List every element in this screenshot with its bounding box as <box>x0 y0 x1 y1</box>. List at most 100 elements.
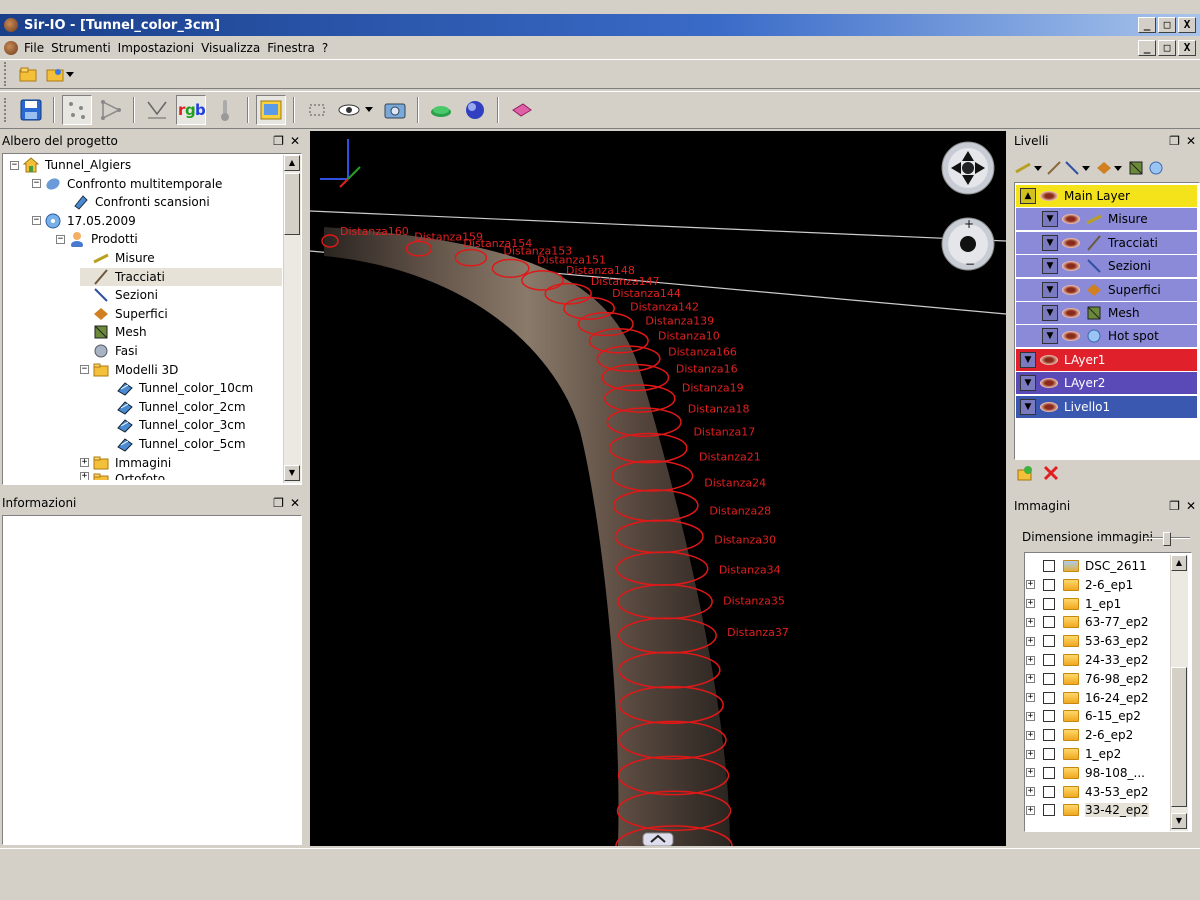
image-list-item[interactable]: +6-15_ep2 <box>1026 707 1141 725</box>
tree-item[interactable]: − Tunnel_Algiers <box>10 156 131 174</box>
layer-row[interactable]: ▼ Misure <box>1016 208 1197 231</box>
doc-minimize-button[interactable]: _ <box>1138 39 1156 56</box>
sphere-icon[interactable] <box>460 95 490 125</box>
expand-icon[interactable]: + <box>1026 749 1035 759</box>
float-icon-2[interactable]: ❐ <box>273 496 284 510</box>
scroll-up-icon[interactable]: ▲ <box>284 155 300 171</box>
scroll-down-icon[interactable]: ▼ <box>284 465 300 481</box>
thermometer-icon[interactable] <box>210 95 240 125</box>
visibility-eye-icon[interactable] <box>1062 308 1080 318</box>
float-icon-3[interactable]: ❐ <box>1169 134 1180 148</box>
scroll-thumb[interactable] <box>284 173 300 235</box>
layer-row[interactable]: ▼ LAyer2 <box>1016 372 1197 395</box>
line-tool-icon[interactable] <box>1046 160 1062 176</box>
tree-item[interactable]: Mesh <box>80 323 147 341</box>
visibility-eye-icon[interactable] <box>1062 237 1080 248</box>
layer-toggle-icon[interactable]: ▼ <box>1042 281 1058 298</box>
layer-row[interactable]: ▼ Mesh <box>1016 302 1197 324</box>
image-checkbox[interactable] <box>1043 635 1055 648</box>
3d-viewport[interactable]: Distanza160 Distanza159 Distanza154 Distanz… <box>310 131 1006 846</box>
layer-row[interactable]: ▲ Main Layer <box>1016 185 1197 207</box>
image-list-item[interactable]: +43-53_ep2 <box>1026 783 1149 801</box>
image-overlay-icon[interactable] <box>256 95 286 125</box>
camera-icon[interactable] <box>380 95 410 125</box>
menu-impostazioni[interactable]: Impostazioni <box>118 41 201 55</box>
measure-tool-icon[interactable] <box>1014 160 1044 176</box>
image-list-item[interactable]: +1_ep2 <box>1026 745 1121 763</box>
expand-icon[interactable]: + <box>1026 768 1035 778</box>
tree-item[interactable]: Confronti scansioni <box>60 193 210 211</box>
image-list-item[interactable]: +76-98_ep2 <box>1026 670 1149 688</box>
image-list-item[interactable]: +24-33_ep2 <box>1026 651 1149 669</box>
layer-row[interactable]: ▼ Sezioni <box>1016 255 1197 278</box>
collapse-icon[interactable]: − <box>56 234 65 244</box>
layer-toggle-icon[interactable]: ▼ <box>1042 258 1058 275</box>
tree-item[interactable]: − Modelli 3D <box>80 361 178 379</box>
doc-close-button[interactable]: X <box>1178 39 1196 56</box>
tree-item[interactable]: Sezioni <box>80 286 158 304</box>
image-list-item[interactable]: +16-24_ep2 <box>1026 689 1149 707</box>
image-checkbox[interactable] <box>1043 691 1055 704</box>
toolbar-grip-2[interactable] <box>4 98 8 122</box>
image-checkbox[interactable] <box>1043 654 1055 666</box>
image-list-item[interactable]: +2-6_ep2 <box>1026 726 1133 744</box>
doc-restore-button[interactable]: □ <box>1158 39 1176 56</box>
visibility-eye-icon[interactable] <box>1062 214 1080 225</box>
image-list-item[interactable]: +DSC_2611 <box>1026 557 1147 575</box>
viewport-canvas[interactable]: Distanza160 Distanza159Distanza154Distanz… <box>310 131 1006 846</box>
maximize-button[interactable]: □ <box>1158 17 1176 33</box>
tree-item[interactable]: Tunnel_color_3cm <box>104 416 246 434</box>
expand-icon[interactable]: + <box>1026 730 1035 740</box>
expand-icon[interactable]: + <box>1026 787 1035 797</box>
layer-toggle-icon[interactable]: ▼ <box>1042 211 1058 228</box>
close-panel-icon-2[interactable]: ✕ <box>290 496 300 510</box>
new-project-icon[interactable] <box>16 59 40 89</box>
layer-toggle-icon[interactable]: ▼ <box>1042 234 1058 251</box>
layer-toggle-icon[interactable]: ▼ <box>1020 398 1036 415</box>
image-checkbox[interactable] <box>1043 785 1055 798</box>
points-icon[interactable] <box>62 95 92 125</box>
expand-icon[interactable]: + <box>1026 580 1035 590</box>
scroll-up-icon-2[interactable]: ▲ <box>1171 555 1187 571</box>
tree-item[interactable]: Superfici <box>80 305 168 323</box>
float-icon[interactable]: ❐ <box>273 134 284 148</box>
image-list-item[interactable]: +1_ep1 <box>1026 595 1121 613</box>
collapse-icon[interactable]: − <box>10 160 19 170</box>
hotspot-tool-icon[interactable] <box>1148 160 1164 176</box>
image-checkbox[interactable] <box>1043 616 1055 629</box>
intensity-icon[interactable] <box>142 95 172 125</box>
image-checkbox[interactable] <box>1043 578 1055 591</box>
scroll-thumb-2[interactable] <box>1171 667 1187 807</box>
image-checkbox[interactable] <box>1043 560 1055 572</box>
visibility-eye-icon[interactable] <box>1062 331 1080 342</box>
layer-row[interactable]: ▼ Livello1 <box>1016 395 1197 418</box>
expand-icon[interactable]: + <box>1026 599 1035 609</box>
expand-icon[interactable]: + <box>1026 674 1035 684</box>
document-icon[interactable] <box>4 40 18 55</box>
mesh-tool-icon[interactable] <box>1128 160 1146 176</box>
visibility-eye-icon[interactable] <box>1062 261 1080 272</box>
close-panel-icon[interactable]: ✕ <box>290 134 300 148</box>
tree-item[interactable]: + Ortofoto <box>80 472 165 481</box>
image-checkbox[interactable] <box>1043 672 1055 685</box>
section-tool-icon[interactable] <box>1064 160 1094 176</box>
expand-icon[interactable]: + <box>1026 711 1035 721</box>
visibility-eye-icon[interactable] <box>1040 378 1058 389</box>
layer-row[interactable]: ▼ Superfici <box>1016 278 1197 301</box>
close-panel-icon-3[interactable]: ✕ <box>1186 134 1196 148</box>
tree-scrollbar[interactable]: ▲ ▼ <box>283 155 301 483</box>
tree-item[interactable]: − Confronto multitemporale <box>32 175 222 193</box>
image-list-item[interactable]: +98-108_... <box>1026 764 1145 782</box>
layer-row[interactable]: ▼ Hot spot <box>1016 325 1197 348</box>
collapse-icon[interactable]: − <box>32 216 41 226</box>
scroll-down-icon-2[interactable]: ▼ <box>1171 813 1187 829</box>
image-checkbox[interactable] <box>1043 729 1055 742</box>
open-project-icon[interactable] <box>44 59 78 89</box>
surface-tool-icon[interactable] <box>1096 160 1126 176</box>
slider-thumb[interactable] <box>1163 532 1171 546</box>
tree-item[interactable]: Tunnel_color_2cm <box>104 398 246 416</box>
expand-icon[interactable]: + <box>1026 617 1035 627</box>
layer-row[interactable]: ▼ Tracciati <box>1016 231 1197 254</box>
visibility-eye-icon[interactable] <box>1040 401 1058 412</box>
add-layer-icon[interactable] <box>1016 464 1034 482</box>
